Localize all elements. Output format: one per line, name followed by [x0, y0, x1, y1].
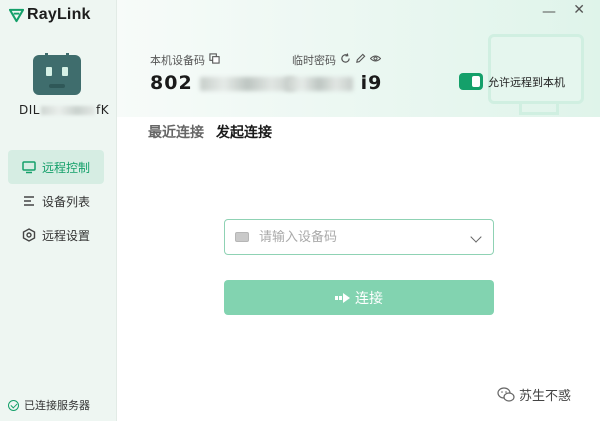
keyboard-icon: [235, 232, 249, 242]
wechat-icon: [497, 386, 515, 402]
copy-icon[interactable]: [209, 53, 220, 67]
chevron-down-icon[interactable]: [470, 231, 482, 243]
tab-start-connection[interactable]: 发起连接: [216, 122, 272, 142]
refresh-icon[interactable]: [340, 53, 351, 67]
device-code-label-text: 本机设备码: [150, 54, 205, 67]
allow-remote-label: 允许远程到本机: [488, 75, 565, 89]
temp-password-label: 临时密码: [292, 52, 382, 68]
avatar: [33, 53, 81, 95]
device-name: DIL fK: [19, 103, 109, 117]
app-name: RayLink: [27, 6, 91, 23]
connection-tabs: 最近连接 发起连接: [148, 122, 272, 142]
temp-password-value: i9: [285, 72, 382, 94]
temp-password-suffix: i9: [360, 72, 383, 94]
list-icon: [22, 194, 36, 208]
sidebar: RayLink DIL fK 远程控制 设备列表 远程设置 已连接服务器: [0, 0, 117, 421]
connect-button[interactable]: 连接: [224, 280, 494, 315]
monitor-illustration: [488, 34, 584, 115]
sidebar-item-label: 远程设置: [42, 228, 91, 243]
monitor-icon: [22, 160, 36, 174]
device-name-suffix: fK: [95, 103, 110, 117]
check-circle-icon: [8, 399, 19, 411]
edit-icon[interactable]: [355, 53, 366, 67]
tab-recent-connections[interactable]: 最近连接: [148, 122, 204, 142]
sidebar-item-label: 远程控制: [42, 160, 91, 175]
connect-button-label: 连接: [355, 289, 383, 306]
device-code-input-wrapper[interactable]: [224, 219, 494, 255]
close-button[interactable]: ✕: [573, 2, 585, 18]
arrow-right-icon: [335, 292, 350, 303]
server-status: 已连接服务器: [8, 397, 90, 413]
sidebar-item-remote-settings[interactable]: 远程设置: [8, 218, 104, 252]
device-name-prefix: DIL: [19, 103, 40, 117]
server-status-label: 已连接服务器: [24, 399, 90, 412]
eye-icon[interactable]: [369, 53, 382, 67]
sidebar-item-device-list[interactable]: 设备列表: [8, 184, 104, 218]
device-code-label: 本机设备码: [150, 52, 220, 68]
device-code-input[interactable]: [259, 229, 459, 245]
app-logo: RayLink: [9, 6, 91, 24]
allow-remote-toggle[interactable]: [459, 73, 483, 90]
sidebar-nav: 远程控制 设备列表 远程设置: [8, 150, 104, 252]
sidebar-item-remote-control[interactable]: 远程控制: [8, 150, 104, 184]
allow-remote-toggle-row[interactable]: 允许远程到本机: [459, 73, 565, 90]
raylink-logo-icon: [9, 8, 24, 22]
temp-password-label-text: 临时密码: [292, 54, 336, 67]
device-code-prefix: 802: [150, 72, 193, 94]
watermark: 苏生不惑: [497, 385, 571, 404]
device-code-value: 802: [150, 72, 296, 94]
sidebar-item-label: 设备列表: [42, 194, 91, 209]
watermark-text: 苏生不惑: [519, 389, 572, 404]
minimize-button[interactable]: —: [542, 4, 556, 20]
settings-icon: [22, 228, 36, 242]
